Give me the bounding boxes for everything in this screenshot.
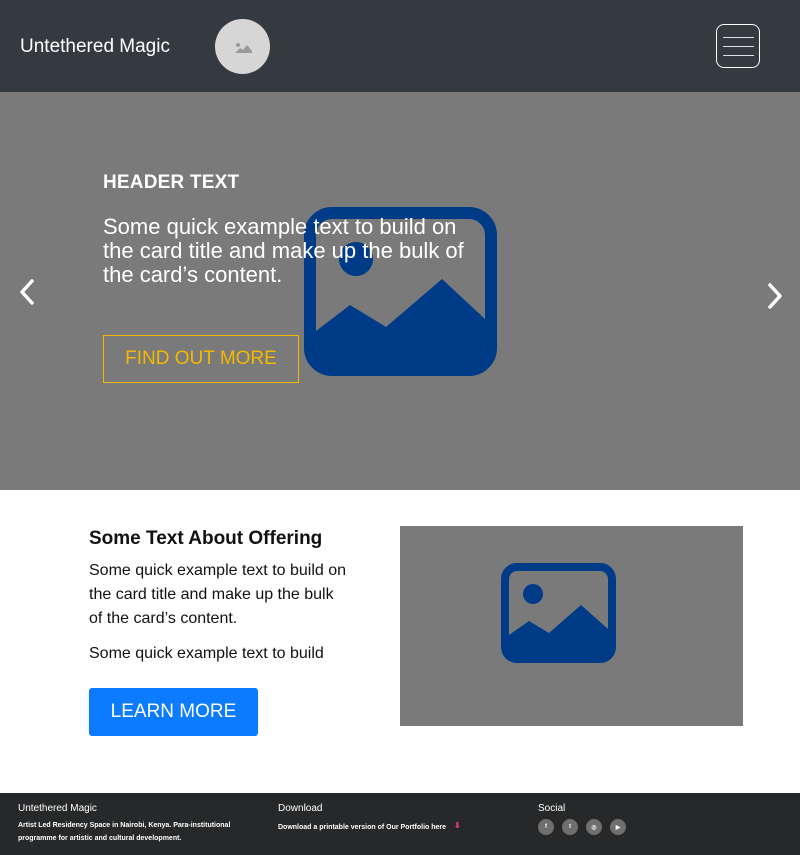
footer-about-heading: Untethered Magic: [18, 803, 97, 814]
footer-download-row: Download a printable version of Our Port…: [278, 819, 528, 834]
facebook-icon[interactable]: f: [538, 819, 554, 835]
footer-about: Untethered Magic Artist Led Residency Sp…: [18, 803, 268, 845]
carousel-prev-button[interactable]: [12, 272, 42, 312]
image-icon: [234, 42, 252, 53]
navbar: Untethered Magic: [0, 0, 800, 92]
youtube-icon[interactable]: ▶: [610, 819, 626, 835]
download-portfolio-link[interactable]: Download a printable version of Our Port…: [278, 824, 446, 831]
footer-social-heading: Social: [538, 803, 566, 814]
twitter-icon[interactable]: t: [562, 819, 578, 835]
learn-more-button[interactable]: LEARN MORE: [89, 688, 258, 736]
footer-download-heading: Download: [278, 803, 323, 814]
footer-about-text: Artist Led Residency Space in Nairobi, K…: [18, 822, 231, 842]
chevron-left-icon: [20, 279, 34, 305]
image-icon: [501, 563, 616, 663]
hero-text: Some quick example text to build on the …: [103, 214, 464, 287]
hero-title: HEADER TEXT: [103, 172, 240, 193]
offering-title: Some Text About Offering: [89, 528, 323, 549]
offering-image: [400, 526, 743, 726]
offering-text-secondary: Some quick example text to build: [89, 645, 324, 662]
social-icons: f t ◎ ▶: [538, 819, 738, 835]
footer-download: Download Download a printable version of…: [278, 803, 528, 834]
footer-social: Social f t ◎ ▶: [538, 803, 738, 835]
brand-link[interactable]: Untethered Magic: [20, 36, 170, 58]
offering-text: Some quick example text to build on the …: [89, 562, 347, 627]
download-icon[interactable]: ⬇: [454, 819, 461, 832]
instagram-icon[interactable]: ◎: [586, 819, 602, 835]
hero-carousel: HEADER TEXT Some quick example text to b…: [0, 92, 800, 490]
offering-section: Some Text About Offering Some quick exam…: [0, 490, 800, 793]
find-out-more-button[interactable]: FIND OUT MORE: [103, 335, 299, 383]
carousel-next-button[interactable]: [760, 276, 790, 316]
chevron-right-icon: [768, 283, 782, 309]
avatar[interactable]: [215, 19, 270, 74]
footer: Untethered Magic Artist Led Residency Sp…: [0, 793, 800, 855]
menu-toggle-button[interactable]: [716, 24, 760, 68]
